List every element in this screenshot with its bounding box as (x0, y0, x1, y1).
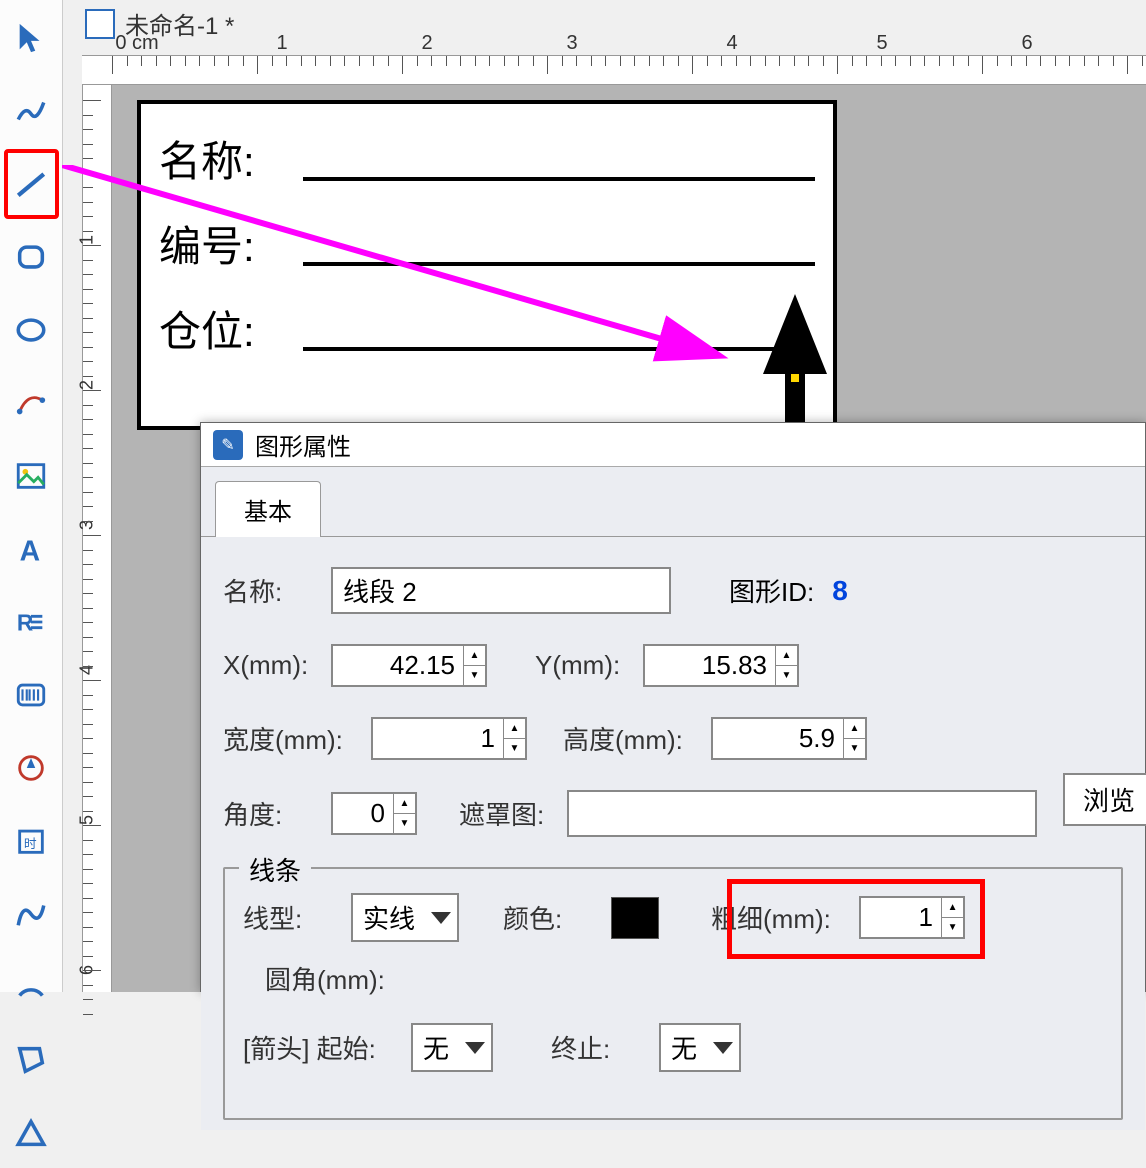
label-page[interactable]: 名称: 编号: 仓位: (137, 100, 837, 430)
field-line (303, 347, 815, 351)
spinner-down[interactable]: ▼ (464, 666, 485, 685)
browse-button[interactable]: 浏览 (1063, 773, 1146, 826)
spinner-up[interactable]: ▲ (844, 719, 865, 739)
arrow-start-select[interactable]: 无 (411, 1023, 493, 1072)
line-group-legend: 线条 (239, 851, 311, 888)
chevron-down-icon (465, 1042, 485, 1054)
spinner-up[interactable]: ▲ (464, 646, 485, 666)
spinner-down[interactable]: ▼ (844, 739, 865, 758)
tool-triangle[interactable] (4, 1098, 59, 1168)
line-group: 线条 线型: 实线 颜色: 粗细(mm): ▲▼ 圆角(mm): [箭头] 起始… (223, 867, 1123, 1120)
tool-barcode[interactable] (4, 660, 59, 730)
spinner-down[interactable]: ▼ (394, 814, 415, 833)
y-label: Y(mm): (535, 650, 625, 681)
angle-label: 角度: (223, 795, 313, 832)
svg-text:时: 时 (24, 836, 37, 851)
spinner-down[interactable]: ▼ (504, 739, 525, 758)
width-input[interactable]: ▲▼ (371, 717, 527, 760)
ruler-horizontal[interactable]: 0 cm 1 2 3 4 5 6 (82, 55, 1146, 85)
tool-palette: A R 时 (0, 0, 63, 992)
x-input[interactable]: ▲▼ (331, 644, 487, 687)
tool-text[interactable]: A (4, 514, 59, 584)
tool-curve[interactable] (4, 879, 59, 949)
field-name-label: 名称: (159, 128, 289, 189)
tool-edit-path[interactable] (4, 368, 59, 438)
tool-freehand[interactable] (4, 76, 59, 146)
document-icon (85, 9, 115, 39)
round-label: 圆角(mm): (265, 960, 395, 997)
tool-ellipse[interactable] (4, 295, 59, 365)
tool-polygon[interactable] (4, 1025, 59, 1095)
tab-basic[interactable]: 基本 (215, 481, 321, 537)
color-label: 颜色: (503, 899, 593, 936)
tool-image[interactable] (4, 441, 59, 511)
spinner-up[interactable]: ▲ (504, 719, 525, 739)
linetype-label: 线型: (243, 899, 333, 936)
arrow-end-select[interactable]: 无 (659, 1023, 741, 1072)
spinner-down[interactable]: ▼ (776, 666, 797, 685)
properties-dialog: ✎ 图形属性 基本 名称: 图形ID: 8 X(mm): ▲▼ Y(mm): ▲… (200, 422, 1146, 992)
tool-measure[interactable] (4, 733, 59, 803)
chevron-down-icon (713, 1042, 733, 1054)
field-line (303, 262, 815, 266)
height-label: 高度(mm): (563, 720, 693, 757)
field-position-label: 仓位: (159, 298, 289, 359)
selection-handle[interactable] (789, 372, 801, 384)
width-label: 宽度(mm): (223, 720, 353, 757)
document-tab[interactable]: 未命名-1 * (85, 6, 234, 41)
name-input[interactable] (331, 567, 671, 614)
color-swatch[interactable] (611, 897, 659, 939)
ruler-vertical[interactable]: 1 2 3 4 5 6 (82, 85, 112, 992)
name-label: 名称: (223, 572, 313, 609)
svg-text:R: R (17, 610, 33, 636)
angle-input[interactable]: ▲▼ (331, 792, 417, 835)
tool-line[interactable] (4, 149, 59, 219)
spinner-up[interactable]: ▲ (394, 794, 415, 814)
tool-pointer[interactable] (4, 3, 59, 73)
dialog-icon: ✎ (213, 430, 243, 460)
field-number-label: 编号: (159, 213, 289, 274)
linetype-select[interactable]: 实线 (351, 893, 459, 942)
mask-label: 遮罩图: (459, 795, 549, 832)
chevron-down-icon (431, 912, 451, 924)
tool-arc[interactable] (4, 952, 59, 1022)
tool-date[interactable]: 时 (4, 806, 59, 876)
id-value: 8 (832, 575, 848, 607)
field-line (303, 177, 815, 181)
tool-richtext[interactable]: R (4, 587, 59, 657)
id-label: 图形ID: (729, 572, 814, 609)
spinner-up[interactable]: ▲ (776, 646, 797, 666)
mask-input[interactable] (567, 790, 1037, 837)
highlight-annotation (727, 879, 985, 959)
svg-text:A: A (20, 535, 40, 566)
dialog-title-text: 图形属性 (255, 427, 351, 462)
dialog-body: 名称: 图形ID: 8 X(mm): ▲▼ Y(mm): ▲▼ 宽度(mm): … (201, 536, 1145, 1130)
x-label: X(mm): (223, 650, 313, 681)
tool-rounded-rect[interactable] (4, 222, 59, 292)
arrow-start-label: [箭头] 起始: (243, 1029, 393, 1066)
arrow-end-label: 终止: (551, 1029, 641, 1066)
height-input[interactable]: ▲▼ (711, 717, 867, 760)
dialog-titlebar[interactable]: ✎ 图形属性 (201, 423, 1145, 467)
y-input[interactable]: ▲▼ (643, 644, 799, 687)
